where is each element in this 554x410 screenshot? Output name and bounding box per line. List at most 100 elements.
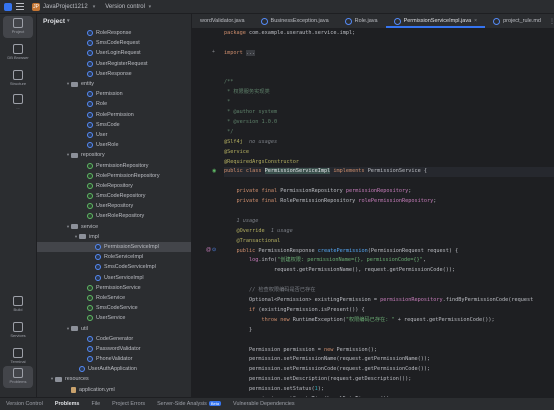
toolwindow-problems[interactable]: Problems	[3, 366, 33, 388]
tree-folder[interactable]: ▾resources	[37, 374, 191, 384]
tree-folder[interactable]: ▾entity	[37, 79, 191, 89]
tree-folder[interactable]: ▾impl	[37, 232, 191, 242]
toolwindow-[interactable]: ...	[3, 92, 33, 114]
editor-tab-label: PermissionServiceImpl.java	[404, 18, 472, 24]
fold-expand-icon[interactable]: +	[212, 49, 215, 55]
tree-item-label: RolePermission	[96, 112, 134, 118]
code-token	[224, 188, 237, 194]
code-token: throw new	[261, 317, 292, 323]
toolwindow-build[interactable]: Build	[3, 294, 33, 316]
tree-item[interactable]: Role	[37, 99, 191, 109]
tree-item[interactable]: RoleResponse	[37, 28, 191, 38]
tree-item[interactable]: PermissionRepository	[37, 160, 191, 170]
editor-tab[interactable]: Role.java	[337, 14, 386, 28]
tree-item[interactable]: User	[37, 130, 191, 140]
tree-item[interactable]: RoleRepository	[37, 181, 191, 191]
tree-item[interactable]: Permission	[37, 89, 191, 99]
project-switcher[interactable]: JP JavaProject1212 ▾	[32, 3, 95, 11]
toolwindow-db-browser[interactable]: DB Browser	[3, 42, 33, 64]
tool-window-bar: Project DB Browser Structure... Build Servic…	[0, 14, 37, 397]
tree-item-label: application.yml	[79, 387, 115, 393]
interface-icon	[87, 315, 93, 321]
class-icon	[95, 244, 101, 250]
tree-item[interactable]: PermissionService	[37, 283, 191, 293]
bottom-tab-label: File	[91, 401, 100, 407]
folder-icon	[71, 82, 78, 87]
toolwindow-label: Structure	[10, 81, 26, 86]
bottom-tab-problems[interactable]: Problems	[49, 401, 86, 407]
java-class-icon	[345, 18, 352, 25]
tree-item[interactable]: RoleServiceImpl	[37, 252, 191, 262]
editor-tab[interactable]: project_rule.md	[485, 14, 549, 28]
tree-item[interactable]: UserResponse	[37, 69, 191, 79]
bottom-tab-project-errors[interactable]: Project Errors	[106, 401, 151, 407]
project-panel-header[interactable]: Project ▾	[37, 14, 191, 28]
tree-item[interactable]: UserRegisterRequest	[37, 59, 191, 69]
tree-item[interactable]: UserRole	[37, 140, 191, 150]
editor-tab[interactable]: PermissionServiceImpl.java×	[386, 14, 485, 28]
tree-item[interactable]: UserAuthApplication	[37, 364, 191, 374]
tree-folder[interactable]: ▾service	[37, 222, 191, 232]
tree-item[interactable]: UserServiceImpl	[37, 273, 191, 283]
tree-folder[interactable]: ▾repository	[37, 150, 191, 160]
tree-item[interactable]: UserRepository	[37, 201, 191, 211]
bottom-tool-bar: Version ControlProblems File Project Error…	[0, 397, 554, 410]
tree-item[interactable]: SmsCodeService	[37, 303, 191, 313]
tree-item[interactable]: PhoneValidator	[37, 354, 191, 364]
tree-item[interactable]: SmsCodeServiceImpl	[37, 262, 191, 272]
tree-folder[interactable]: ▾util	[37, 323, 191, 333]
editor-tab[interactable]: wordValidator.java	[192, 14, 253, 28]
tree-item[interactable]: PermissionServiceImpl	[37, 242, 191, 252]
code-token: @Transactional	[237, 238, 281, 244]
tree-item[interactable]: UserRoleRepository	[37, 211, 191, 221]
code-line: permission.setPermissionCode(request.get…	[224, 365, 554, 375]
code-token	[224, 257, 249, 263]
tree-item[interactable]: SmsCodeRequest	[37, 38, 191, 48]
tree-item[interactable]: SmsCode	[37, 120, 191, 130]
toolwindow-terminal[interactable]: Terminal	[3, 346, 33, 368]
interface-icon	[87, 163, 93, 169]
main-menu-icon[interactable]	[16, 3, 24, 11]
problems-icon	[13, 368, 23, 378]
toolwindow-services[interactable]: Services	[3, 320, 33, 342]
tree-item[interactable]: UserService	[37, 313, 191, 323]
bottom-tab-version-control[interactable]: Version Control	[0, 401, 49, 407]
bottom-tab-server-side-analysis[interactable]: Server-Side AnalysisBeta	[151, 401, 227, 407]
bottom-tab-vulnerable-dependencies[interactable]: Vulnerable Dependencies	[227, 401, 301, 407]
code-line: * @author system	[224, 108, 554, 118]
close-tab-icon[interactable]: ×	[474, 18, 477, 24]
markdown-file-icon	[493, 18, 500, 25]
implementation-gutter-icon[interactable]: ⊙	[212, 247, 216, 253]
override-gutter-icon[interactable]: @	[206, 247, 211, 253]
tree-item[interactable]: SmsCodeRepository	[37, 191, 191, 201]
app-logo-icon	[4, 3, 12, 11]
code-line: @Service	[224, 148, 554, 158]
tree-item[interactable]: application.yml	[37, 385, 191, 395]
editor-tab[interactable]: BusinessException.java	[253, 14, 337, 28]
tree-item[interactable]: RolePermissionRepository	[37, 171, 191, 181]
tree-item[interactable]: CodeGenerator	[37, 334, 191, 344]
editor-gutter: ◉ ⊙ + @	[192, 29, 224, 397]
code-editor[interactable]: package com.example.userauth.service.imp…	[224, 29, 554, 397]
tab-options-icon[interactable]: ⋮	[549, 18, 554, 25]
code-token	[224, 317, 261, 323]
code-token: + request.getPermissionCode());	[395, 317, 495, 323]
hammer-icon	[13, 296, 23, 306]
toolwindow-structure[interactable]: Structure	[3, 68, 33, 90]
code-token: .info(	[258, 257, 277, 263]
code-token: if	[249, 307, 258, 313]
version-control-menu[interactable]: Version control ▾	[105, 4, 151, 10]
tree-item-label: RolePermissionRepository	[96, 173, 160, 179]
class-icon	[87, 71, 93, 77]
bean-gutter-icon[interactable]: ◉	[212, 168, 216, 174]
code-line: permission.setStatus(1);	[224, 385, 554, 395]
terminal-icon	[13, 348, 23, 358]
bottom-tab-file[interactable]: File	[85, 401, 106, 407]
toolwindow-label: Problems	[10, 379, 27, 384]
tree-item[interactable]: UserLoginRequest	[37, 48, 191, 58]
tree-item[interactable]: PasswordValidator	[37, 344, 191, 354]
toolwindow-project[interactable]: Project	[3, 16, 33, 38]
tree-item[interactable]: RoleService	[37, 293, 191, 303]
tree-item[interactable]: RolePermission	[37, 110, 191, 120]
interface-icon	[87, 173, 93, 179]
